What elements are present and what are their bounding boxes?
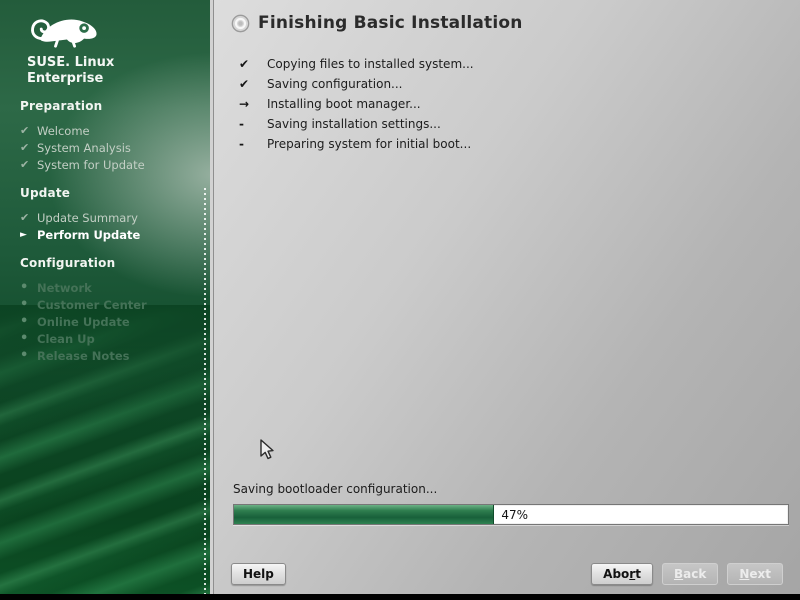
wizard-button-row: Help Abort Back Next [231,563,783,585]
next-button[interactable]: Next [727,563,783,585]
check-icon: ✔ [20,124,37,137]
sidebar-item-release-notes: • Release Notes [0,347,210,364]
bullet-icon: • [20,314,37,329]
dash-icon: - [239,137,267,151]
step-row-preparing-initial-boot: - Preparing system for initial boot... [239,134,474,154]
sidebar-dotted-seam [204,188,206,594]
sidebar-item-system-for-update: ✔ System for Update [0,156,210,173]
nav-section-update: Update [20,186,210,200]
sidebar-item-welcome: ✔ Welcome [0,122,210,139]
step-row-saving-installation-settings: - Saving installation settings... [239,114,474,134]
progress-fill [234,505,494,524]
nav-section-configuration: Configuration [20,256,210,270]
screen-bottom-bar [0,594,800,600]
page-title: Finishing Basic Installation [258,13,523,33]
arrow-right-icon: ► [20,230,37,240]
step-target-icon [231,14,250,33]
check-icon: ✔ [20,158,37,171]
sidebar-item-update-summary: ✔ Update Summary [0,209,210,226]
abort-button[interactable]: Abort [591,563,653,585]
back-button[interactable]: Back [662,563,718,585]
check-icon: ✔ [239,77,267,91]
bullet-icon: • [20,331,37,346]
help-button[interactable]: Help [231,563,286,585]
check-icon: ✔ [239,57,267,71]
navigation-buttons: Abort Back Next [591,563,783,585]
sidebar: SUSE. Linux Enterprise Preparation ✔ Wel… [0,0,210,600]
installer-window: SUSE. Linux Enterprise Preparation ✔ Wel… [0,0,800,600]
bullet-icon: • [20,280,37,295]
step-row-installing-boot-manager: → Installing boot manager... [239,94,474,114]
sidebar-item-system-analysis: ✔ System Analysis [0,139,210,156]
sidebar-item-perform-update: ► Perform Update [0,226,210,243]
logo-text-line2: Enterprise [27,72,210,86]
sidebar-item-customer-center: • Customer Center [0,296,210,313]
step-row-saving-configuration: ✔ Saving configuration... [239,74,474,94]
arrow-right-icon: → [239,97,267,111]
page-header: Finishing Basic Installation [231,13,523,33]
bullet-icon: • [20,348,37,363]
suse-logo: SUSE. Linux Enterprise [0,0,210,86]
progress-bar: 47% [233,504,789,525]
wizard-steps-nav: Preparation ✔ Welcome ✔ System Analysis … [0,99,210,364]
suse-chameleon-icon [27,10,105,50]
progress-percent-label: 47% [501,508,528,522]
bullet-icon: • [20,297,37,312]
progress-status-text: Saving bootloader configuration... [233,482,437,496]
sidebar-item-clean-up: • Clean Up [0,330,210,347]
mouse-cursor-icon [257,438,277,462]
nav-section-preparation: Preparation [20,99,210,113]
install-steps-list: ✔ Copying files to installed system... ✔… [239,54,474,154]
check-icon: ✔ [20,211,37,224]
dash-icon: - [239,117,267,131]
main-panel: Finishing Basic Installation ✔ Copying f… [210,0,800,600]
sidebar-item-network: • Network [0,279,210,296]
sidebar-item-online-update: • Online Update [0,313,210,330]
logo-text-line1: SUSE. Linux [27,56,210,70]
step-row-copying-files: ✔ Copying files to installed system... [239,54,474,74]
check-icon: ✔ [20,141,37,154]
